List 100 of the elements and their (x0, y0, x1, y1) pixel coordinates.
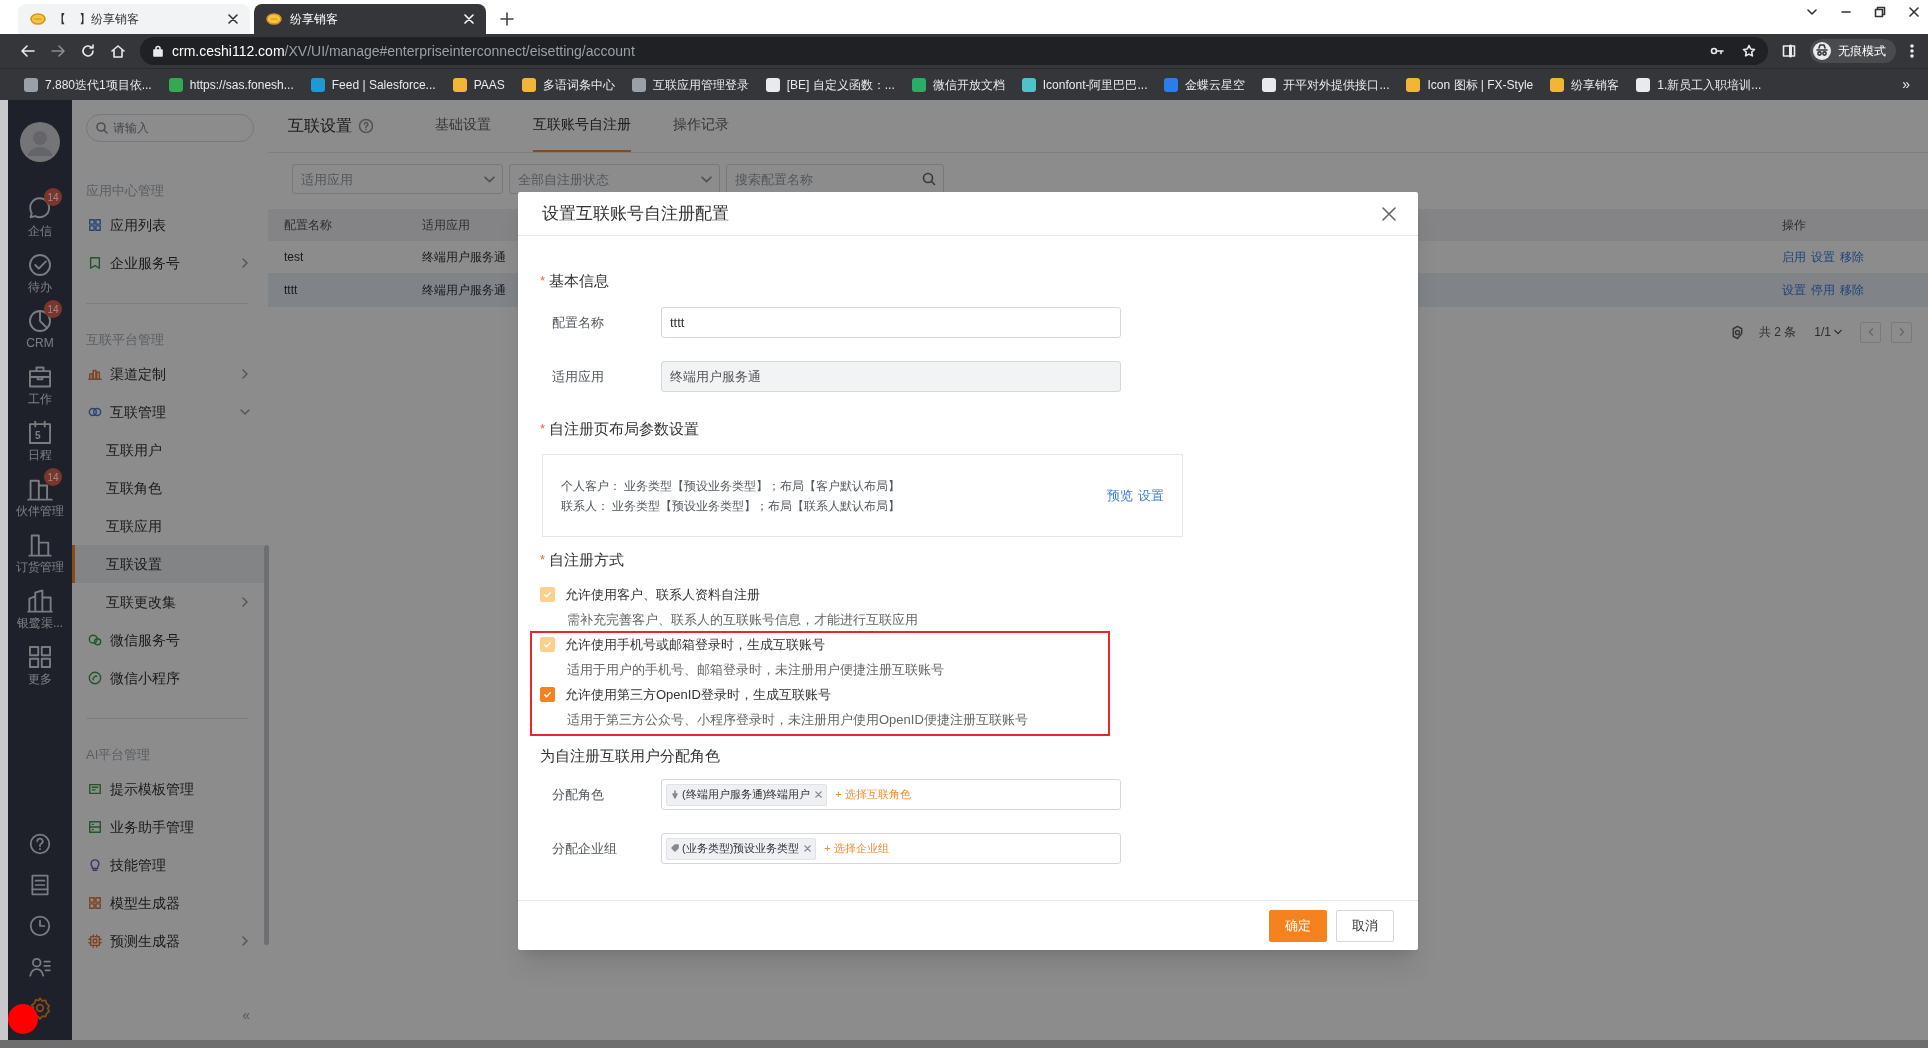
dialog-title: 设置互联账号自注册配置 (542, 202, 729, 225)
option-hint: 适用于第三方公众号、小程序登录时，未注册用户使用OpenID便捷注册互联账号 (566, 710, 1029, 729)
menu-item[interactable]: 应用列表 (86, 206, 254, 244)
search-field[interactable]: 请输入 (86, 114, 254, 142)
building-icon (27, 532, 53, 558)
reload-icon[interactable] (80, 43, 96, 59)
nav-rail-item[interactable]: 更多 (8, 642, 72, 698)
bookmark-link[interactable]: Feed | Salesforce... (310, 75, 436, 94)
bookmark-link[interactable]: 金蝶云星空 (1164, 75, 1246, 94)
menu-item[interactable]: 渠道定制 (86, 355, 254, 393)
bookmark-link[interactable]: 纷享销客 (1550, 75, 1620, 94)
bookmark-link[interactable]: Iconfont-阿里巴巴... (1021, 75, 1148, 94)
page-tab[interactable]: 操作记录 (673, 99, 729, 152)
page-title: 互联设置 (288, 115, 352, 136)
checkbox[interactable] (540, 687, 555, 702)
lock-icon (152, 45, 164, 57)
text-field[interactable]: tttt (661, 307, 1121, 338)
remove-icon[interactable] (815, 791, 823, 798)
gear-icon[interactable] (28, 996, 52, 1020)
menu-item[interactable]: 互联更改集 (86, 583, 254, 621)
browser-tab[interactable]: 纷享销客 (254, 4, 486, 34)
calendar-icon (27, 420, 53, 446)
table-cell-text: tttt (284, 282, 299, 299)
bookmark-link[interactable]: 1.新员工入职培训... (1636, 75, 1762, 94)
more-bookmarks-button[interactable]: » (1902, 74, 1910, 95)
bookmark-link[interactable]: 互联应用管理登录 (631, 75, 749, 94)
action-link[interactable]: 设置 (1782, 281, 1806, 299)
action-link[interactable]: 启用 (1782, 248, 1806, 266)
restore-icon[interactable] (1874, 6, 1886, 18)
menu-item[interactable]: 互联角色 (86, 469, 254, 507)
side-panel-icon[interactable] (1782, 44, 1796, 58)
link-circle-icon (88, 671, 102, 685)
required-mark: * (540, 551, 546, 570)
option-label: 允许使用客户、联系人资料自注册 (565, 585, 760, 604)
text-link[interactable]: 预览 (1107, 485, 1133, 506)
cancel-button[interactable]: 取消 (1336, 909, 1394, 942)
bookmark-link[interactable]: Icon 图标 | FX-Style (1406, 75, 1534, 94)
text-link[interactable]: 设置 (1138, 485, 1164, 506)
bookmark-link[interactable]: 微信开放文档 (911, 75, 1005, 94)
section-heading: 自注册方式 (549, 549, 625, 570)
bookmark-link[interactable]: 开平对外提供接口... (1262, 75, 1390, 94)
nav-rail-item[interactable]: 银鹭渠... (8, 586, 72, 642)
action-link[interactable]: 移除 (1840, 281, 1864, 299)
menu-item[interactable]: 提示模板管理 (86, 770, 254, 808)
chat-bubbles-icon (88, 633, 102, 647)
column-header: 配置名称 (284, 217, 333, 234)
address-field[interactable]: crm.ceshi112.com/XV/UI/manage#enterpriseinterconnect/eisetting/account (140, 37, 1768, 65)
url-path: /XV/UI/manage#enterpriseinterconnect/eisetting/account (284, 41, 635, 61)
nav-rail-item[interactable]: 订货管理 (8, 530, 72, 586)
page-size-select[interactable]: 1/1 (1814, 323, 1842, 341)
action-link[interactable]: 移除 (1840, 248, 1864, 266)
plus-icon[interactable] (500, 12, 514, 26)
list-icon (88, 820, 102, 834)
bar-chart-icon (88, 367, 102, 381)
page-tab[interactable]: 基础设置 (435, 99, 491, 152)
menu-item[interactable]: 互联应用 (86, 507, 254, 545)
tag-input-field[interactable]: (业务类型)预设业务类型 + 选择企业组 (661, 833, 1121, 864)
menu-item[interactable]: 微信小程序 (86, 659, 254, 697)
close-icon[interactable] (228, 14, 238, 24)
menu-item[interactable]: 互联用户 (86, 431, 254, 469)
close-icon[interactable] (1382, 206, 1396, 221)
menu-item[interactable]: 企业服务号 (86, 244, 254, 282)
menu-item[interactable]: 微信服务号 (86, 621, 254, 659)
nav-rail-item[interactable]: 工作 (8, 362, 72, 418)
back-icon[interactable] (20, 43, 36, 59)
clock-icon[interactable] (28, 914, 52, 938)
action-link[interactable]: 设置 (1811, 248, 1835, 266)
avatar-icon[interactable] (20, 122, 60, 162)
browser-tab[interactable]: 【 】纷享销客 (18, 4, 250, 34)
bookmark-link[interactable]: [BE] 自定义函数：... (765, 75, 895, 94)
menu-item[interactable]: 互联设置 (72, 545, 264, 583)
incognito-profile-button[interactable]: 无痕模式 (1810, 39, 1896, 63)
bookmark-link[interactable]: PAAS (452, 75, 505, 94)
menu-item[interactable]: 预测生成器 (86, 922, 254, 960)
menu-item[interactable]: 互联管理 (86, 393, 254, 431)
menu-item[interactable]: 技能管理 (86, 846, 254, 884)
column-header: 操作 (1782, 217, 1807, 234)
star-icon[interactable] (1742, 44, 1756, 58)
required-mark: * (540, 272, 546, 291)
menu-item[interactable]: 业务助手管理 (86, 808, 254, 846)
tag-input-field[interactable]: (终端用户服务通)终端用户 + 选择互联角色 (661, 779, 1121, 810)
user-list-icon[interactable] (28, 955, 52, 979)
chevron-down-icon[interactable] (1806, 6, 1818, 18)
bookmark-link[interactable]: https://sas.fonesh... (168, 75, 294, 94)
bookmark-link[interactable]: 7.880迭代1项目依... (24, 75, 152, 94)
more-vertical-icon[interactable] (1910, 44, 1914, 58)
document-icon[interactable] (28, 873, 52, 897)
blocks-icon (88, 896, 102, 910)
remove-icon[interactable] (804, 845, 812, 852)
rings-icon (88, 405, 102, 419)
bookmark-link[interactable]: 多语词条中心 (521, 75, 615, 94)
incognito-icon (1812, 41, 1832, 61)
menu-item[interactable]: 模型生成器 (86, 884, 254, 922)
page-tab[interactable]: 互联账号自注册 (533, 99, 631, 152)
section-heading: 基本信息 (549, 270, 610, 291)
home-icon[interactable] (110, 43, 126, 59)
close-icon[interactable] (1908, 6, 1920, 18)
scrollbar-thumb[interactable] (264, 545, 269, 945)
forward-icon[interactable] (50, 43, 66, 59)
action-link[interactable]: 停用 (1811, 281, 1835, 299)
